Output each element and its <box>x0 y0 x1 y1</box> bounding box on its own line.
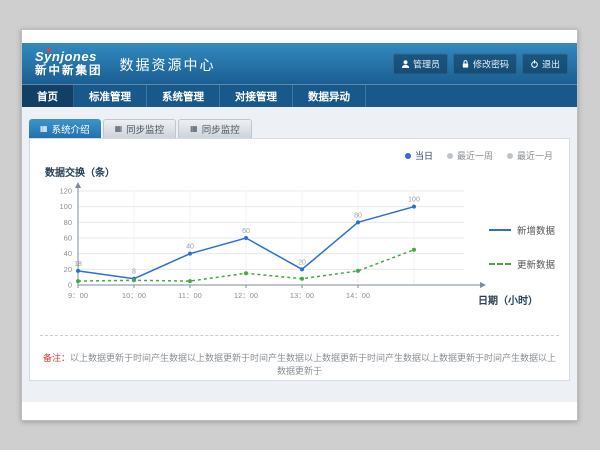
nav-item-interface-mgmt[interactable]: 对接管理 <box>220 85 293 107</box>
svg-text:12：00: 12：00 <box>234 291 258 300</box>
range-label: 最近一月 <box>517 149 553 162</box>
svg-text:20: 20 <box>64 265 72 274</box>
change-password-label: 修改密码 <box>473 57 509 70</box>
series-legend: 新增数据 更新数据 <box>489 223 555 271</box>
svg-text:40: 40 <box>64 249 72 258</box>
power-icon <box>530 59 539 68</box>
note-row: 备注：以上数据更新于时间产生数据以上数据更新于时间产生数据以上数据更新于时间产生… <box>40 335 559 377</box>
tab-label: 同步监控 <box>126 122 164 136</box>
note-label: 备注： <box>43 353 70 363</box>
app-window: Synjones 新中新集团 数据资源中心 管理员 修改密码 退出 首页 标准管… <box>21 29 578 421</box>
tab-label: 同步监控 <box>202 122 240 136</box>
dashed-line-sample-icon <box>489 263 511 265</box>
main-nav: 首页 标准管理 系统管理 对接管理 数据异动 <box>22 84 577 107</box>
app-header: Synjones 新中新集团 数据资源中心 管理员 修改密码 退出 <box>22 43 577 84</box>
legend-dot-icon <box>447 153 453 159</box>
svg-text:60: 60 <box>242 228 250 235</box>
range-option-today[interactable]: 当日 <box>405 149 433 162</box>
line-chart: 0 20 40 60 80 100 120 9：00 10：00 11：00 12：00 13：00 1… <box>42 181 512 313</box>
svg-text:10：00: 10：00 <box>122 291 146 300</box>
synjones-logo: Synjones 新中新集团 <box>35 50 103 78</box>
logo-text: Synjones <box>35 50 103 63</box>
svg-text:80: 80 <box>354 212 362 219</box>
svg-text:8: 8 <box>132 269 136 276</box>
svg-text:80: 80 <box>64 218 72 227</box>
tab-sync-monitor-2[interactable]: ▦ 同步监控 <box>178 119 252 138</box>
svg-text:14：00: 14：00 <box>346 291 370 300</box>
svg-text:60: 60 <box>64 234 72 243</box>
logout-label: 退出 <box>542 57 560 70</box>
range-label: 当日 <box>415 149 433 162</box>
x-axis-title: 日期（小时） <box>478 292 538 307</box>
nav-item-data-change[interactable]: 数据异动 <box>293 85 366 107</box>
grid-icon: ▦ <box>115 125 123 133</box>
solid-line-sample-icon <box>489 229 511 231</box>
logo-subtitle: 新中新集团 <box>35 66 103 78</box>
grid-icon: ▦ <box>40 125 48 133</box>
legend-dot-icon <box>405 153 411 159</box>
user-icon <box>401 59 410 68</box>
change-password-button[interactable]: 修改密码 <box>453 53 517 74</box>
lock-icon <box>461 59 470 68</box>
admin-user-button[interactable]: 管理员 <box>393 53 448 74</box>
y-axis-title: 数据交换（条） <box>45 164 115 179</box>
range-legend: 当日 最近一周 最近一月 <box>405 149 553 162</box>
note-text: 以上数据更新于时间产生数据以上数据更新于时间产生数据以上数据更新于时间产生数据以… <box>70 353 556 376</box>
svg-text:20: 20 <box>298 259 306 266</box>
svg-text:9：00: 9：00 <box>68 291 88 300</box>
nav-item-home[interactable]: 首页 <box>22 85 74 107</box>
tab-sync-monitor-1[interactable]: ▦ 同步监控 <box>103 119 177 138</box>
grid-icon: ▦ <box>190 125 198 133</box>
svg-text:120: 120 <box>59 187 72 196</box>
tab-system-intro[interactable]: ▦ 系统介绍 <box>29 119 101 138</box>
range-option-last-month[interactable]: 最近一月 <box>507 149 553 162</box>
legend-dot-icon <box>507 153 513 159</box>
svg-text:13：00: 13：00 <box>290 291 314 300</box>
svg-text:18: 18 <box>74 261 82 268</box>
page-title: 数据资源中心 <box>120 55 216 75</box>
range-label: 最近一周 <box>457 149 493 162</box>
logo-red-dot-icon <box>47 48 51 52</box>
header-actions: 管理员 修改密码 退出 <box>393 53 568 74</box>
svg-text:100: 100 <box>408 197 420 204</box>
nav-item-standard-mgmt[interactable]: 标准管理 <box>74 85 147 107</box>
svg-text:100: 100 <box>59 202 72 211</box>
admin-user-label: 管理员 <box>413 57 440 70</box>
series-label: 新增数据 <box>517 223 555 237</box>
logout-button[interactable]: 退出 <box>522 53 568 74</box>
svg-text:40: 40 <box>186 244 194 251</box>
svg-text:11：00: 11：00 <box>178 291 202 300</box>
range-option-last-week[interactable]: 最近一周 <box>447 149 493 162</box>
nav-item-system-mgmt[interactable]: 系统管理 <box>147 85 220 107</box>
svg-text:0: 0 <box>68 281 72 290</box>
tab-bar: ▦ 系统介绍 ▦ 同步监控 ▦ 同步监控 <box>29 119 577 138</box>
content-area: ▦ 系统介绍 ▦ 同步监控 ▦ 同步监控 当日 最近一周 <box>22 107 577 402</box>
series-legend-new-data[interactable]: 新增数据 <box>489 223 555 237</box>
series-legend-updated-data[interactable]: 更新数据 <box>489 257 555 271</box>
chart-card: 当日 最近一周 最近一月 数据交换（条） 0 20 40 60 80 100 120 9：00… <box>29 138 570 381</box>
series-label: 更新数据 <box>517 257 555 271</box>
tab-label: 系统介绍 <box>52 122 90 136</box>
